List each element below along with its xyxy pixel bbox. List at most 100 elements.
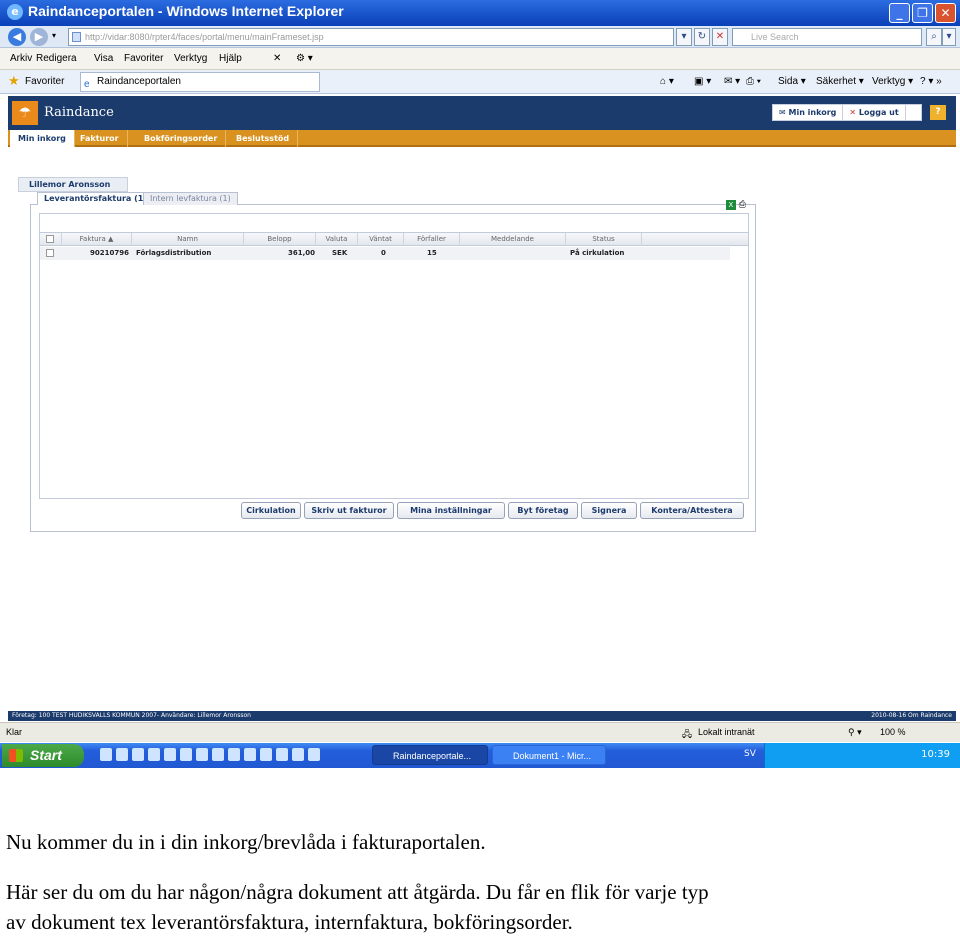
column-header[interactable]: Valuta <box>316 233 358 246</box>
inbox-header-button[interactable]: ✉ Min inkorg <box>773 105 844 120</box>
quicklaunch-icon[interactable] <box>196 748 208 761</box>
print-icon[interactable]: ⎙ <box>739 200 746 210</box>
quicklaunch-icon[interactable] <box>276 748 288 761</box>
cell-vantat: 0 <box>381 249 386 257</box>
chevron-down-icon[interactable]: ▾ <box>52 31 56 40</box>
account-attest-button[interactable]: Kontera/Attestera <box>640 502 744 519</box>
menu-favoriter[interactable]: Favoriter <box>124 53 163 64</box>
quicklaunch-icon[interactable] <box>308 748 320 761</box>
logout-button[interactable]: ✕ Logga ut <box>843 105 906 120</box>
tab-fakturor[interactable]: Fakturor <box>72 130 128 147</box>
column-header[interactable]: Faktura ▲ <box>62 233 132 246</box>
search-icon[interactable]: ⌕ <box>926 28 942 46</box>
windows-logo-icon <box>9 749 23 762</box>
quicklaunch-icon[interactable] <box>164 748 176 761</box>
caption-line-2: Här ser du om du har någon/några dokumen… <box>6 880 709 904</box>
status-text: Klar <box>6 727 23 737</box>
tab-bokforingsorder[interactable]: Bokföringsorder <box>136 130 227 147</box>
close-toolbar-icon[interactable]: ✕ <box>273 53 281 64</box>
refresh-icon[interactable]: ↻ <box>694 28 710 46</box>
back-button[interactable]: ◀ <box>8 28 26 46</box>
cirkulation-button[interactable]: Cirkulation <box>241 502 301 519</box>
favorites-button[interactable]: Favoriter <box>25 76 64 87</box>
taskbar-item-word[interactable]: Dokument1 - Micr... <box>492 745 606 765</box>
quicklaunch-icon[interactable] <box>116 748 128 761</box>
minimize-button[interactable]: _ <box>889 3 910 23</box>
safety-menu[interactable]: Säkerhet ▾ <box>816 76 864 87</box>
ie-tab-icon: e <box>84 79 90 90</box>
menu-redigera[interactable]: Redigera <box>36 53 77 64</box>
mail-icon[interactable]: ✉ ▾ <box>724 76 740 87</box>
tab-intern-levfaktura[interactable]: Intern levfaktura (1) <box>143 192 238 205</box>
column-header[interactable]: Meddelande <box>460 233 566 246</box>
feeds-icon[interactable]: ▣ ▾ <box>694 76 711 87</box>
column-header[interactable]: Namn <box>132 233 244 246</box>
search-input[interactable]: Live Search <box>732 28 922 46</box>
tab-beslutsstod[interactable]: Beslutsstöd <box>228 130 299 147</box>
cell-namn: Förlagsdistribution <box>136 249 212 257</box>
quicklaunch-icon[interactable] <box>244 748 256 761</box>
column-header[interactable]: Belopp <box>244 233 316 246</box>
forward-button[interactable]: ▶ <box>30 28 48 46</box>
quicklaunch-icon[interactable] <box>292 748 304 761</box>
start-button[interactable]: Start <box>2 744 84 767</box>
search-options-icon[interactable]: ▾ <box>942 28 956 46</box>
invoice-table: X ⎙ Faktura ▲ Namn Belopp Valuta Väntat … <box>39 200 749 499</box>
quicklaunch-icon[interactable] <box>180 748 192 761</box>
tab-leverantorsfaktura[interactable]: Leverantörsfaktura (1) <box>37 192 154 205</box>
taskbar-item-raindance[interactable]: Raindanceportale... <box>372 745 488 765</box>
menu-verktyg[interactable]: Verktyg <box>174 53 207 64</box>
column-header[interactable]: Väntat <box>358 233 404 246</box>
quicklaunch-icon[interactable] <box>260 748 272 761</box>
quicklaunch-icon[interactable] <box>148 748 160 761</box>
change-company-button[interactable]: Byt företag <box>508 502 578 519</box>
system-tray: 10:39 <box>764 743 960 768</box>
maximize-button[interactable]: ❐ <box>912 3 933 23</box>
menu-arkiv[interactable]: Arkiv <box>10 53 32 64</box>
browser-tab[interactable]: e Raindanceportalen <box>80 72 320 92</box>
print-icon[interactable]: ⎙ ▾ <box>746 76 761 87</box>
help-icon[interactable]: ? ▾ » <box>920 76 942 87</box>
close-button[interactable]: ✕ <box>935 3 956 23</box>
company-user-info: Företag: 100 TEST HUDIKSVALLS KOMMUN 200… <box>12 712 251 719</box>
row-checkbox[interactable] <box>46 249 54 257</box>
star-icon[interactable]: ★ <box>8 73 20 89</box>
tools-menu[interactable]: Verktyg ▾ <box>872 76 913 87</box>
quicklaunch-icon[interactable] <box>212 748 224 761</box>
url-input[interactable]: http://vidar:8080/rpter4/faces/portal/me… <box>68 28 674 46</box>
zoom-level[interactable]: 100 % <box>880 727 906 737</box>
page-menu[interactable]: Sida ▾ <box>778 76 806 87</box>
select-all-cell <box>40 233 62 246</box>
column-header[interactable]: Status <box>566 233 642 246</box>
protected-mode-icon[interactable]: ⚲ ▾ <box>848 727 862 738</box>
language-indicator[interactable]: SV <box>744 749 756 759</box>
table-header: Faktura ▲ Namn Belopp Valuta Väntat Förf… <box>40 232 748 246</box>
cell-forfaller: 15 <box>427 249 437 257</box>
sign-button[interactable]: Signera <box>581 502 637 519</box>
ie-icon: e <box>7 4 23 20</box>
clock[interactable]: 10:39 <box>921 749 950 760</box>
select-all-checkbox[interactable] <box>46 235 54 243</box>
favorites-bar: ★ Favoriter e Raindanceportalen ⌂ ▾ ▣ ▾ … <box>0 70 960 94</box>
window-title: Raindanceportalen - Windows Internet Exp… <box>28 3 344 19</box>
toolbar-options-icon[interactable]: ⚙ ▾ <box>296 53 313 64</box>
address-dropdown[interactable]: ▾ <box>676 28 692 46</box>
about-link[interactable]: 2010-08-16 Om Raindance <box>871 711 952 721</box>
quicklaunch-icon[interactable] <box>132 748 144 761</box>
quicklaunch-icon[interactable] <box>228 748 240 761</box>
stop-icon[interactable]: ✕ <box>712 28 728 46</box>
quicklaunch-icon[interactable] <box>100 748 112 761</box>
home-icon[interactable]: ⌂ ▾ <box>660 76 674 87</box>
print-invoices-button[interactable]: Skriv ut fakturor <box>304 502 394 519</box>
help-button[interactable]: ? <box>930 105 946 120</box>
menu-visa[interactable]: Visa <box>94 53 113 64</box>
cell-belopp: 361,00 <box>288 249 316 257</box>
my-settings-button[interactable]: Mina inställningar <box>397 502 505 519</box>
tab-min-inkorg[interactable]: Min inkorg <box>10 130 75 147</box>
table-row[interactable]: 90210796 Förlagsdistribution 361,00 SEK … <box>40 247 730 260</box>
ie-status-bar: Klar 🖧 Lokalt intranät ⚲ ▾ 100 % <box>0 722 960 742</box>
column-header[interactable]: Förfaller <box>404 233 460 246</box>
menu-hjalp[interactable]: Hjälp <box>219 53 242 64</box>
app-header: ☂ Raindance ✉ Min inkorg ✕ Logga ut ? <box>8 96 956 130</box>
excel-export-icon[interactable]: X <box>725 200 736 210</box>
